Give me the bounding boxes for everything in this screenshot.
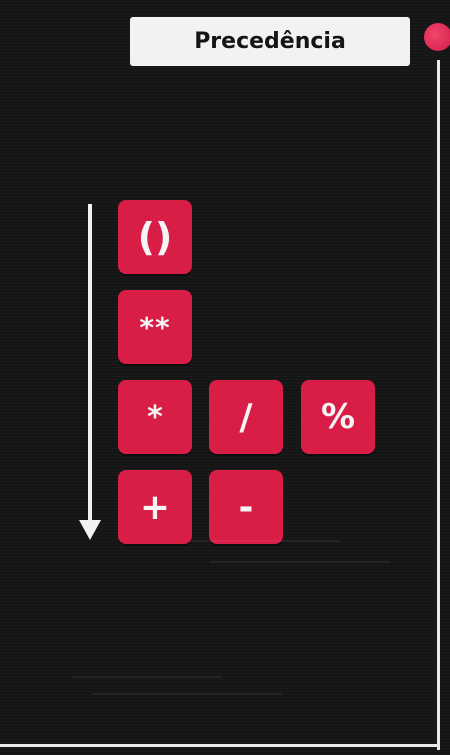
operator-label: -: [238, 486, 254, 528]
frame-bottom-border: [0, 744, 440, 747]
slide-background: Precedência () ** * / % + -: [0, 0, 450, 755]
faded-text-line: [72, 676, 222, 678]
operator-key-subtract: -: [209, 470, 283, 544]
recording-dot-icon: [424, 23, 450, 51]
operator-key-modulo: %: [301, 380, 375, 454]
operator-label: %: [320, 397, 356, 437]
precedence-arrow-shaft: [88, 204, 92, 522]
faded-text-line: [190, 540, 340, 542]
frame-right-border: [437, 60, 440, 750]
operator-label: *: [147, 399, 163, 435]
operator-label: /: [239, 396, 253, 438]
arrow-down-icon: [79, 520, 101, 540]
operator-key-exponent: **: [118, 290, 192, 364]
operator-label: **: [139, 310, 171, 344]
operator-key-add: +: [118, 470, 192, 544]
operator-key-multiply: *: [118, 380, 192, 454]
operator-key-divide: /: [209, 380, 283, 454]
faded-text-line: [210, 561, 390, 563]
operator-key-parentheses: (): [118, 200, 192, 274]
page-title: Precedência: [194, 29, 346, 54]
title-banner: Precedência: [130, 17, 410, 66]
faded-text-line: [92, 693, 282, 695]
operator-label: (): [137, 215, 173, 259]
operator-label: +: [139, 486, 171, 528]
